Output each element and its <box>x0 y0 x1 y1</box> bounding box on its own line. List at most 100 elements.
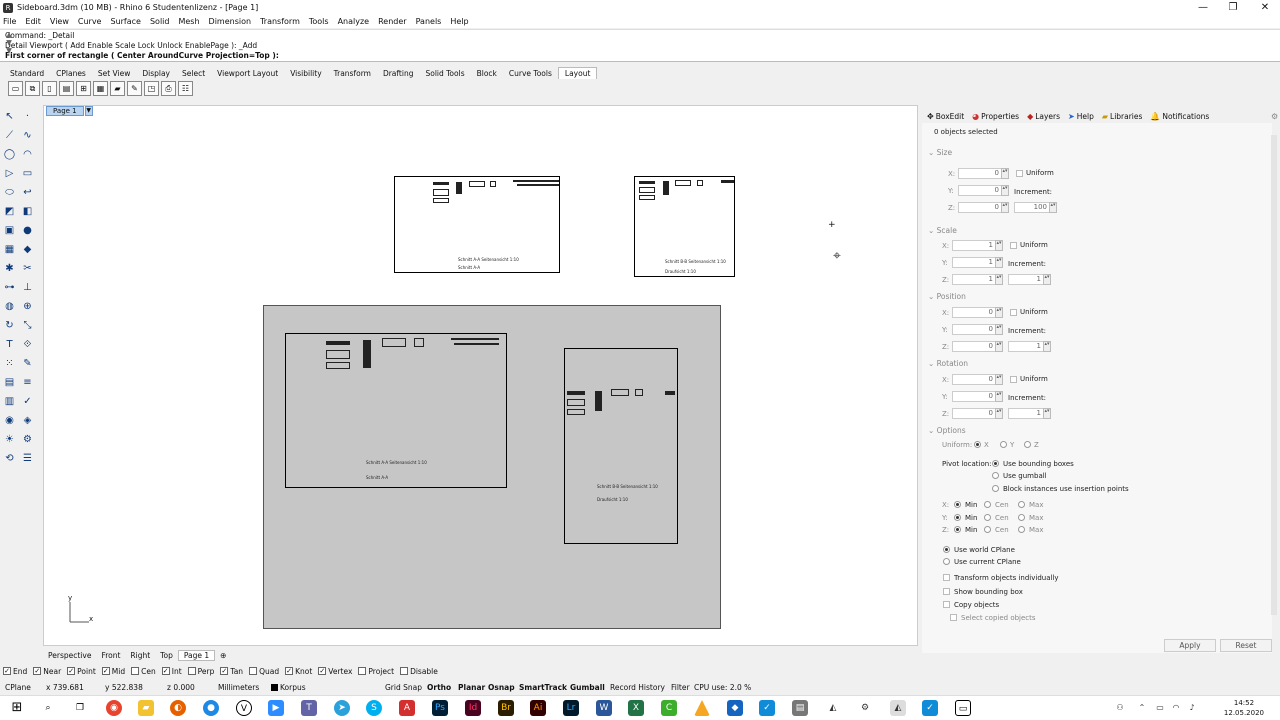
osnap-knot[interactable]: ✓ Knot <box>285 667 312 676</box>
menu-edit[interactable]: Edit <box>25 17 41 26</box>
menu-mesh[interactable]: Mesh <box>178 17 199 26</box>
tab-transform[interactable]: Transform <box>328 68 377 79</box>
select-arrow-icon[interactable]: ↖ <box>2 109 17 124</box>
size-z-field[interactable]: 0 <box>958 202 1002 213</box>
surface-icon[interactable]: ◩ <box>2 204 17 219</box>
checkbox[interactable] <box>249 667 258 675</box>
tab-boxedit[interactable]: ✥ BoxEdit <box>927 112 964 121</box>
tab-properties[interactable]: ◕ Properties <box>972 112 1019 121</box>
reset-button[interactable]: Reset <box>1220 639 1272 652</box>
array-icon[interactable]: ⁙ <box>2 356 17 371</box>
vpn-icon[interactable]: V <box>236 700 252 716</box>
edit-icon[interactable]: ✎ <box>20 356 35 371</box>
circle-icon[interactable]: ◯ <box>2 147 17 162</box>
checkbox[interactable]: ✓ <box>101 667 110 675</box>
z-max-radio[interactable] <box>1018 526 1025 533</box>
gear-icon[interactable]: ⚙ <box>1271 112 1278 121</box>
scale-x-field[interactable]: 1 <box>952 240 996 251</box>
file-explorer-icon[interactable]: ▰ <box>138 700 154 716</box>
arc-icon[interactable]: ◠ <box>20 147 35 162</box>
skype-icon[interactable]: S <box>366 700 382 716</box>
dimension-icon[interactable]: ⊥ <box>20 280 35 295</box>
scale-increment-field[interactable]: 1 <box>1008 274 1044 285</box>
stepper-icon[interactable]: ▴▾ <box>1001 185 1009 196</box>
polyline-icon[interactable]: ⟋ <box>2 128 17 143</box>
tab-perspective[interactable]: Perspective <box>43 651 96 660</box>
stepper-icon[interactable]: ▴▾ <box>995 408 1003 419</box>
uniform-x-radio[interactable] <box>974 441 981 448</box>
explode-icon[interactable]: ✱ <box>2 261 17 276</box>
maximize-button[interactable]: ❐ <box>1218 0 1248 15</box>
ellipse-icon[interactable]: ⬭ <box>2 185 17 200</box>
add-tab-icon[interactable]: ⊕ <box>215 651 231 660</box>
vlc-icon[interactable] <box>694 700 710 716</box>
checkbox[interactable]: ✓ <box>67 667 76 675</box>
indesign-icon[interactable]: Id <box>465 700 481 716</box>
stepper-icon[interactable]: ▴▾ <box>995 324 1003 335</box>
document-icon[interactable]: ▤ <box>792 700 808 716</box>
todo-icon[interactable]: ✓ <box>759 700 775 716</box>
panel-scrollbar[interactable] <box>1271 135 1277 615</box>
layer-icon[interactable]: ⚙ <box>20 432 35 447</box>
polygon-icon[interactable]: ▷ <box>2 166 17 181</box>
osnap-cen[interactable]: Cen <box>131 667 156 676</box>
history-icon[interactable]: ⟲ <box>2 451 17 466</box>
tab-standard[interactable]: Standard <box>4 68 50 79</box>
uniform-y-radio[interactable] <box>1000 441 1007 448</box>
window-app-icon[interactable]: ▭ <box>955 700 971 716</box>
checkbox[interactable]: ✓ <box>33 667 42 675</box>
current-layer[interactable]: Korpus <box>280 683 306 692</box>
detail-viewport[interactable]: Schnitt A-A Seitenansicht 1:10 Schnitt A… <box>394 176 560 273</box>
close-button[interactable]: ✕ <box>1250 0 1280 15</box>
copy-objects-checkbox[interactable] <box>943 601 950 608</box>
curve-icon[interactable]: ∿ <box>20 128 35 143</box>
tab-cplanes[interactable]: CPlanes <box>50 68 92 79</box>
scale-section-header[interactable]: ⌄ Scale <box>928 226 957 235</box>
detail-lock-icon[interactable]: ◳ <box>144 81 159 96</box>
show-bounding-box-checkbox[interactable] <box>943 588 950 595</box>
hatch-icon[interactable]: ≡ <box>20 375 35 390</box>
check-icon[interactable]: ✓ <box>20 394 35 409</box>
stepper-icon[interactable]: ▴▾ <box>1001 202 1009 213</box>
add-detail-icon[interactable]: ⊞ <box>76 81 91 96</box>
menu-dimension[interactable]: Dimension <box>209 17 252 26</box>
stepper-icon[interactable]: ▴▾ <box>995 274 1003 285</box>
tab-layout[interactable]: Layout <box>557 67 598 79</box>
menu-file[interactable]: File <box>3 17 16 26</box>
command-prompt[interactable]: First corner of rectangle ( Center Aroun… <box>5 51 279 60</box>
stepper-icon[interactable]: ▴▾ <box>995 341 1003 352</box>
osnap-disable[interactable]: Disable <box>400 667 438 676</box>
fillet-icon[interactable]: ↩ <box>20 185 35 200</box>
apply-button[interactable]: Apply <box>1164 639 1216 652</box>
size-x-field[interactable]: 0 <box>958 168 1002 179</box>
stepper-icon[interactable]: ▴▾ <box>995 374 1003 385</box>
zoom-icon[interactable]: ▶ <box>268 700 284 716</box>
excel-icon[interactable]: X <box>628 700 644 716</box>
render-icon[interactable]: ◉ <box>2 413 17 428</box>
scale-y-field[interactable]: 1 <box>952 257 996 268</box>
rhino-active-icon[interactable]: ◭ <box>890 700 906 716</box>
tab-display[interactable]: Display <box>136 68 176 79</box>
trim-icon[interactable]: ✂ <box>20 261 35 276</box>
tab-set-view[interactable]: Set View <box>92 68 137 79</box>
units-label[interactable]: Millimeters <box>218 683 259 692</box>
gumball-toggle[interactable]: Gumball <box>570 683 605 692</box>
word-icon[interactable]: W <box>596 700 612 716</box>
people-icon[interactable]: ⚇ <box>1112 700 1128 716</box>
pivot-gumball-radio[interactable] <box>992 472 999 479</box>
filter-toggle[interactable]: Filter <box>671 683 690 692</box>
position-x-field[interactable]: 0 <box>952 307 996 318</box>
detail-viewport[interactable]: Schnitt B-B Seitenansicht 1:10 Draufsich… <box>634 176 735 277</box>
analyze-icon[interactable]: ▥ <box>2 394 17 409</box>
checkbox[interactable]: ✓ <box>220 667 229 675</box>
size-increment-field[interactable]: 100 <box>1014 202 1050 213</box>
menu-analyze[interactable]: Analyze <box>338 17 370 26</box>
uniform-checkbox[interactable] <box>1010 309 1017 316</box>
osnap-point[interactable]: ✓ Point <box>67 667 96 676</box>
join-icon[interactable]: ⊶ <box>2 280 17 295</box>
checkbox[interactable]: ✓ <box>161 667 170 675</box>
tab-drafting[interactable]: Drafting <box>377 68 420 79</box>
tab-block[interactable]: Block <box>471 68 503 79</box>
size-section-header[interactable]: ⌄ Size <box>928 148 952 157</box>
stepper-icon[interactable]: ▴▾ <box>1043 341 1051 352</box>
